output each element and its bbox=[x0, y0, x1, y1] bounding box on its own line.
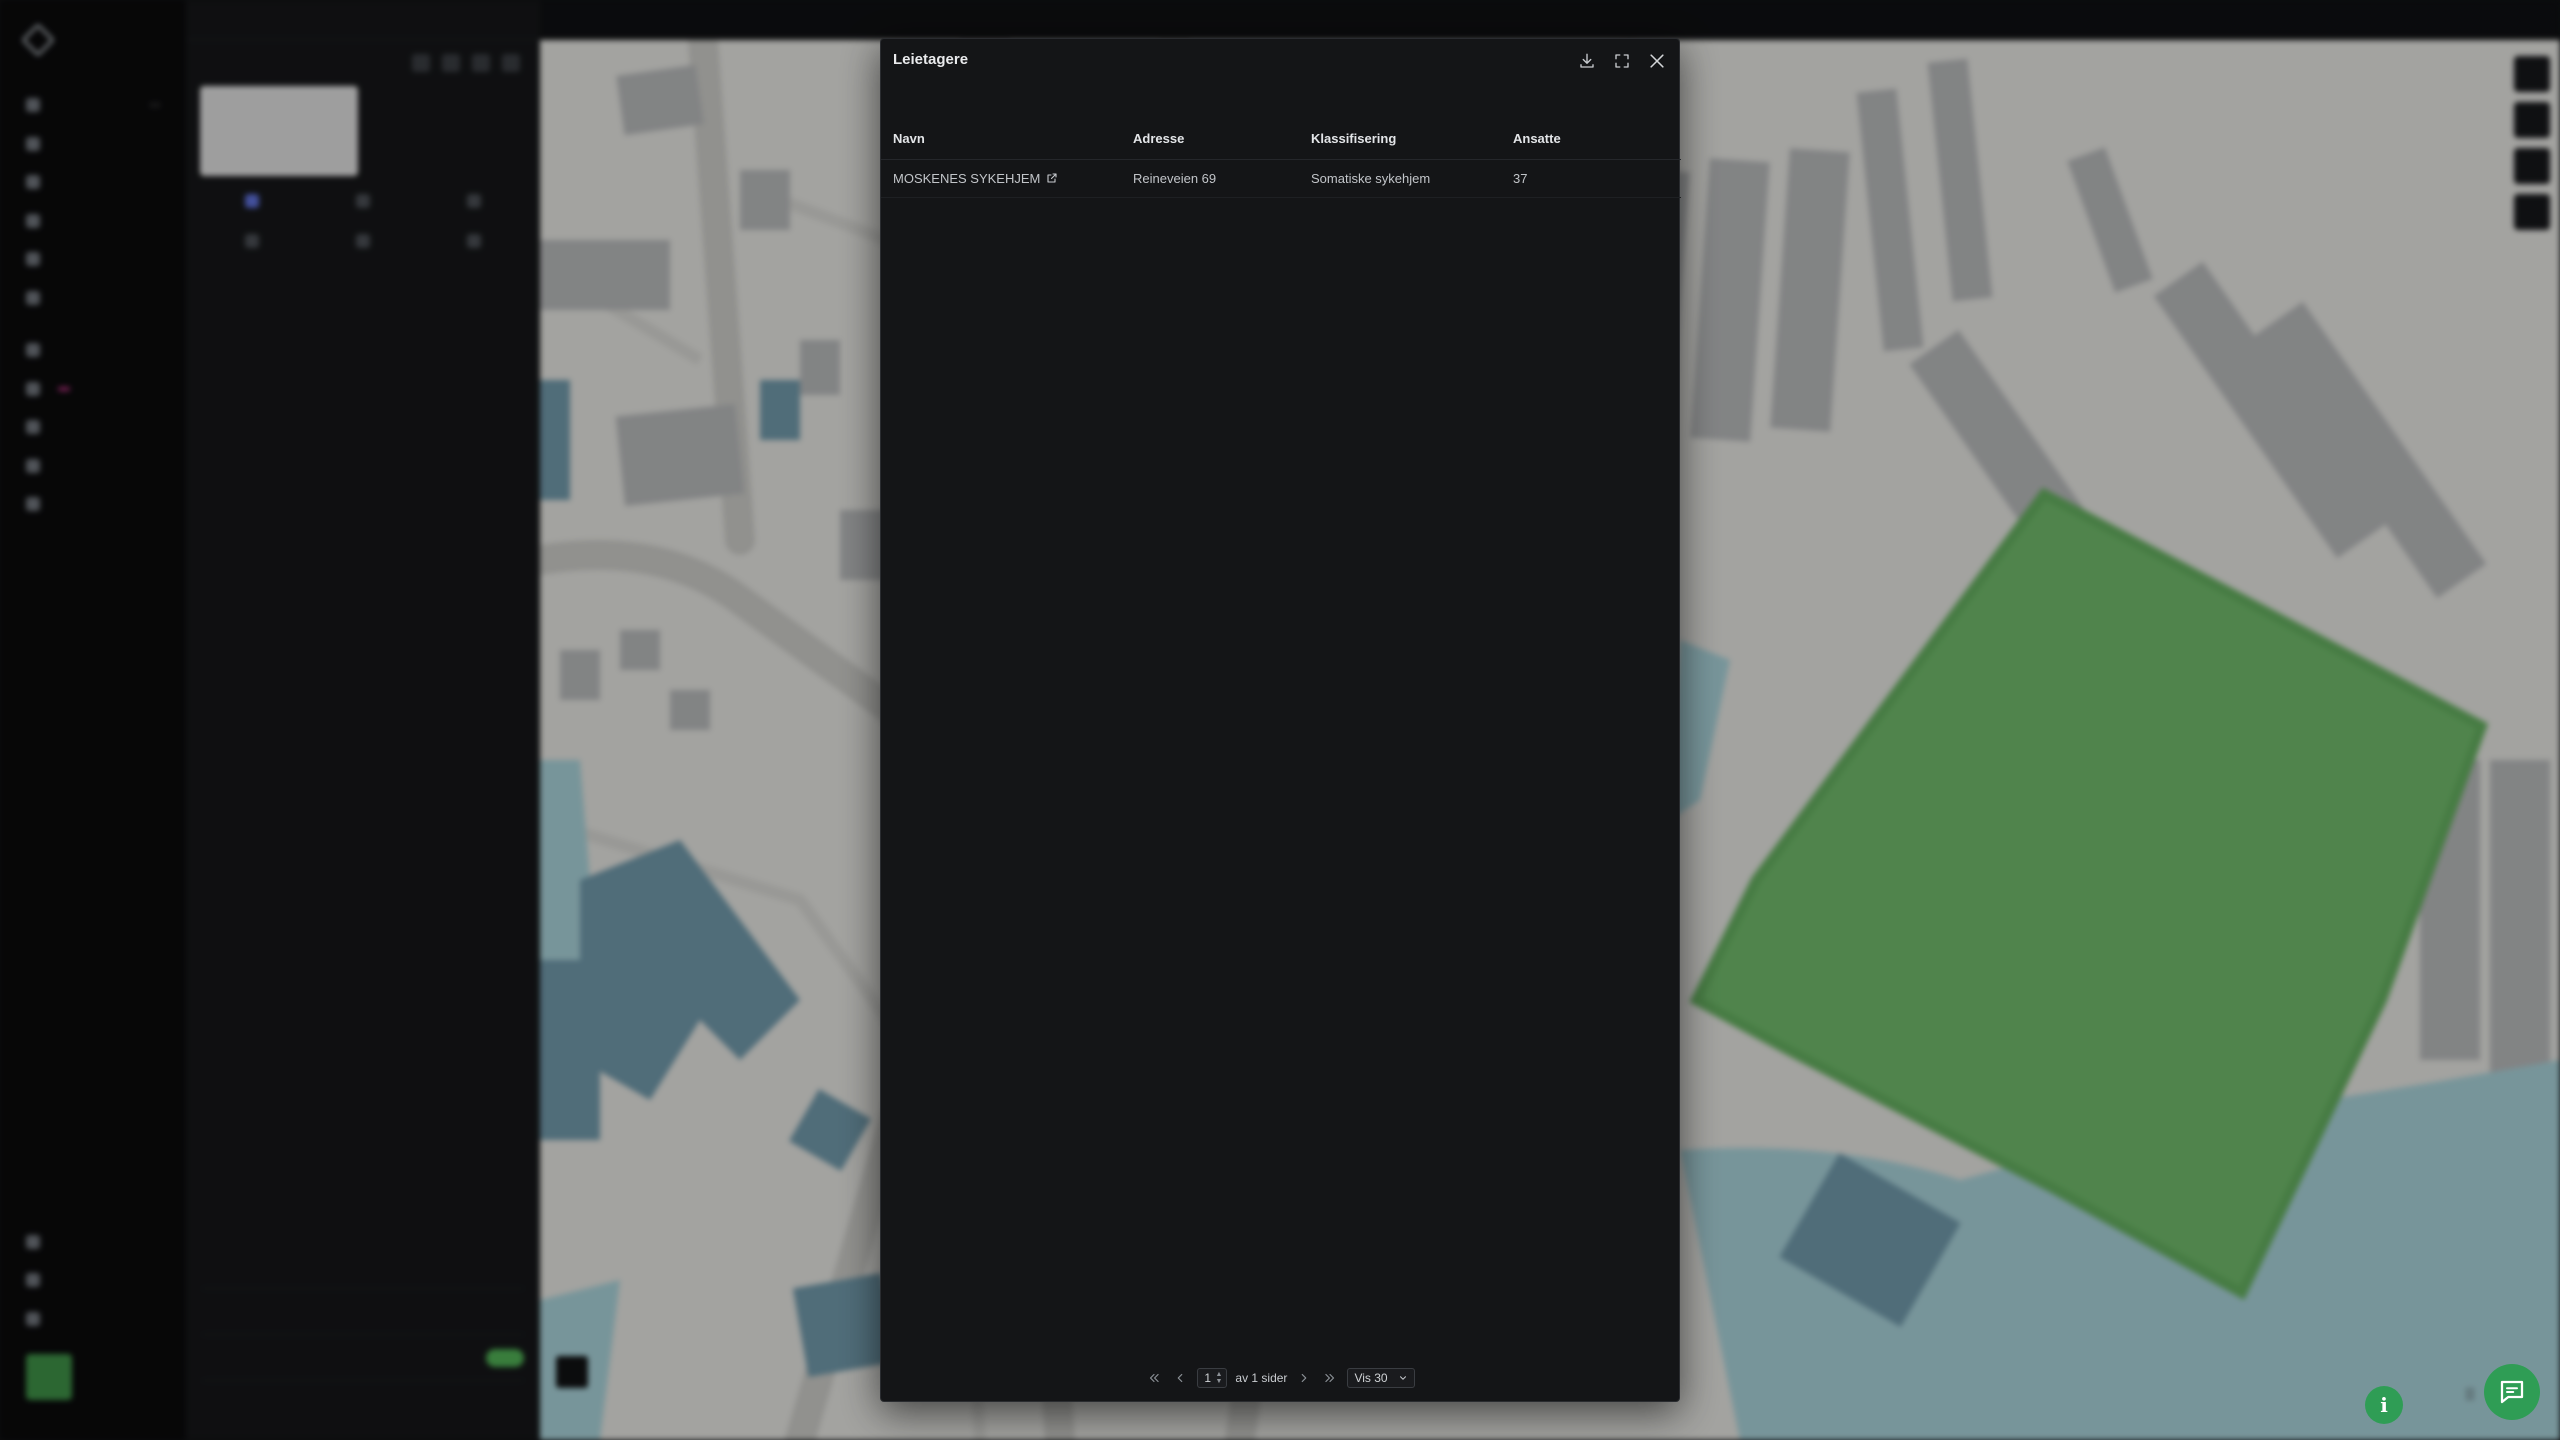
tenants-table: Navn Adresse Klassifisering Ansatte MOSK… bbox=[881, 119, 1681, 198]
close-button[interactable] bbox=[1644, 48, 1669, 73]
pagination: 1 ▲ ▼ av 1 sider Vis 30 bbox=[881, 1367, 1679, 1389]
cell-classification: Somatiske sykehjem bbox=[1299, 159, 1501, 198]
next-page-button[interactable] bbox=[1295, 1369, 1313, 1387]
column-header-employees[interactable]: Ansatte bbox=[1501, 119, 1681, 160]
chevron-down-icon bbox=[1399, 1376, 1406, 1380]
cell-employees: 37 bbox=[1501, 159, 1681, 198]
cell-address: Reineveien 69 bbox=[1121, 159, 1299, 198]
column-header-classification[interactable]: Klassifisering bbox=[1299, 119, 1501, 160]
page-count-text: av 1 sider bbox=[1235, 1371, 1288, 1385]
last-page-button[interactable] bbox=[1321, 1369, 1339, 1387]
fullscreen-button[interactable] bbox=[1609, 48, 1634, 73]
double-chevron-right-icon bbox=[1325, 1373, 1335, 1383]
column-header-address[interactable]: Adresse bbox=[1121, 119, 1299, 160]
table-row[interactable]: MOSKENES SYKEHJEM Reineveien 69 Somatisk… bbox=[881, 159, 1681, 198]
cell-name: MOSKENES SYKEHJEM bbox=[881, 159, 1121, 198]
expand-icon bbox=[1614, 53, 1629, 68]
first-page-button[interactable] bbox=[1145, 1369, 1163, 1387]
previous-page-button[interactable] bbox=[1171, 1369, 1189, 1387]
dialog-actions bbox=[1574, 48, 1669, 73]
info-icon: i bbox=[2380, 1393, 2388, 1417]
dialog-title: Leietagere bbox=[893, 51, 969, 68]
tenant-name-link[interactable]: MOSKENES SYKEHJEM bbox=[893, 171, 1109, 186]
table-header-row: Navn Adresse Klassifisering Ansatte bbox=[881, 119, 1681, 160]
tenants-dialog: Leietagere Navn Adresse Klassifisering A… bbox=[880, 38, 1681, 1402]
chevron-right-icon bbox=[1302, 1373, 1307, 1383]
tenant-name: MOSKENES SYKEHJEM bbox=[893, 170, 1041, 186]
download-icon bbox=[1579, 53, 1594, 68]
chat-button[interactable] bbox=[2484, 1364, 2540, 1420]
download-button[interactable] bbox=[1574, 48, 1599, 73]
double-chevron-left-icon bbox=[1150, 1373, 1160, 1383]
page-number-input[interactable]: 1 ▲ ▼ bbox=[1197, 1368, 1228, 1388]
info-button[interactable]: i bbox=[2365, 1386, 2403, 1424]
page-size-value: Vis 30 bbox=[1354, 1371, 1388, 1385]
chevron-left-icon bbox=[1178, 1373, 1183, 1383]
stepper-icon[interactable]: ▲ ▼ bbox=[1215, 1371, 1222, 1385]
page-number-value: 1 bbox=[1204, 1371, 1212, 1385]
column-header-name[interactable]: Navn bbox=[881, 119, 1121, 160]
chat-icon bbox=[2500, 1380, 2524, 1404]
close-icon bbox=[1649, 53, 1664, 68]
external-link-icon[interactable] bbox=[1046, 172, 1058, 184]
page-size-select[interactable]: Vis 30 bbox=[1347, 1368, 1415, 1388]
